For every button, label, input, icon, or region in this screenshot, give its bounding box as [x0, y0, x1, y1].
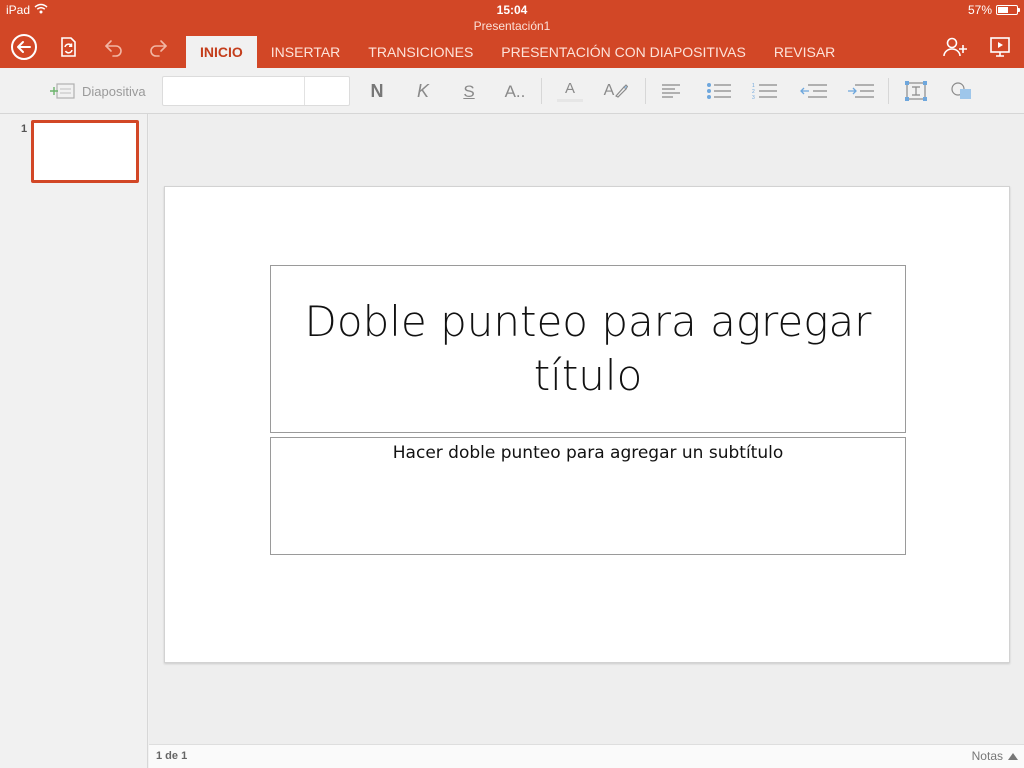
numbered-list-icon: 1 2 3	[752, 83, 777, 100]
battery-icon	[996, 5, 1020, 15]
bold-button[interactable]: N	[362, 77, 392, 105]
ribbon-divider	[645, 78, 646, 104]
battery-fill	[998, 7, 1009, 13]
thumbnail-number: 1	[21, 123, 28, 135]
slide-thumbnail-pane: 1	[0, 114, 148, 768]
undo-icon	[105, 40, 122, 57]
shapes-icon	[951, 82, 971, 99]
present-screen-icon	[990, 37, 1010, 57]
status-footer: 1 de 1 Notas	[149, 744, 1024, 768]
chevron-up-icon	[1008, 752, 1018, 760]
font-color-swatch	[557, 98, 583, 102]
bold-label: N	[370, 81, 384, 101]
redo-button[interactable]	[143, 32, 173, 62]
tab-transiciones[interactable]: TRANSICIONES	[354, 36, 487, 68]
battery-percent: 57%	[967, 3, 992, 17]
ribbon-tabs: INICIO INSERTAR TRANSICIONES PRESENTACIÓ…	[186, 36, 849, 68]
slide-counter: 1 de 1	[156, 750, 188, 762]
font-picker	[162, 76, 350, 106]
more-font-options-button[interactable]: A..	[500, 77, 530, 105]
status-right: 57%	[967, 3, 1020, 17]
tab-presentacion[interactable]: PRESENTACIÓN CON DIAPOSITIVAS	[487, 36, 760, 68]
tab-insertar[interactable]: INSERTAR	[257, 36, 355, 68]
decrease-indent-icon	[800, 84, 827, 98]
highlight-label: A	[603, 82, 615, 99]
ribbon-divider	[541, 78, 542, 104]
svg-text:3: 3	[752, 95, 755, 100]
bullet-list-icon	[707, 83, 731, 99]
font-name-field[interactable]	[163, 77, 305, 105]
align-left-icon	[662, 84, 680, 98]
title-placeholder[interactable]: Doble punteo para agregar título	[270, 265, 906, 433]
more-font-label: A..	[504, 81, 526, 101]
text-box-icon	[905, 81, 927, 101]
slide-thumbnail[interactable]	[31, 120, 139, 183]
font-color-label: A	[564, 79, 575, 97]
undo-button[interactable]	[99, 32, 129, 62]
new-slide-label: Diapositiva	[82, 83, 146, 99]
add-person-icon	[943, 37, 967, 57]
ribbon-inicio: Diapositiva N K S A.. A A 1 2 3	[0, 68, 1024, 114]
font-color-icon: A	[557, 81, 583, 102]
increase-indent-icon	[848, 84, 874, 98]
back-arrow-circle-icon	[11, 34, 37, 60]
file-button[interactable]	[53, 32, 83, 62]
ribbon-divider	[888, 78, 889, 104]
slide-editing-canvas: Doble punteo para agregar título Hacer d…	[149, 114, 1024, 744]
document-title[interactable]: Presentación1	[0, 19, 1024, 33]
share-button[interactable]	[940, 32, 970, 62]
tab-inicio[interactable]: INICIO	[186, 36, 257, 68]
highlight-button[interactable]: A	[601, 77, 631, 105]
title-placeholder-text: Doble punteo para agregar título	[304, 297, 872, 400]
back-button[interactable]	[9, 32, 39, 62]
tab-revisar[interactable]: REVISAR	[760, 36, 849, 68]
align-left-button[interactable]	[656, 77, 686, 105]
underline-button[interactable]: S	[454, 77, 484, 105]
app-title-bar: iPad 15:04 Presentación1 57% INICIO INSE…	[0, 0, 1024, 68]
notes-button[interactable]: Notas	[972, 749, 1018, 763]
slide[interactable]: Doble punteo para agregar título Hacer d…	[164, 186, 1010, 663]
new-slide-icon	[50, 83, 75, 99]
font-size-field[interactable]	[305, 77, 349, 105]
italic-label: K	[416, 81, 429, 101]
redo-icon	[150, 40, 167, 57]
present-button[interactable]	[985, 32, 1015, 62]
decrease-indent-button[interactable]	[799, 77, 829, 105]
file-sync-icon	[61, 37, 76, 57]
font-color-button[interactable]: A	[555, 77, 585, 105]
italic-button[interactable]: K	[408, 77, 438, 105]
underline-label: S	[463, 81, 475, 101]
brush-icon	[615, 84, 629, 98]
status-time: 15:04	[496, 3, 528, 17]
subtitle-placeholder-text: Hacer doble punteo para agregar un subtí…	[392, 443, 784, 463]
text-box-button[interactable]	[901, 77, 931, 105]
shapes-button[interactable]	[947, 77, 977, 105]
bullets-button[interactable]	[704, 77, 734, 105]
numbering-button[interactable]: 1 2 3	[750, 77, 780, 105]
increase-indent-button[interactable]	[846, 77, 876, 105]
subtitle-placeholder[interactable]: Hacer doble punteo para agregar un subtí…	[270, 437, 906, 555]
notes-label: Notas	[971, 749, 1003, 763]
new-slide-button[interactable]: Diapositiva	[50, 79, 146, 103]
